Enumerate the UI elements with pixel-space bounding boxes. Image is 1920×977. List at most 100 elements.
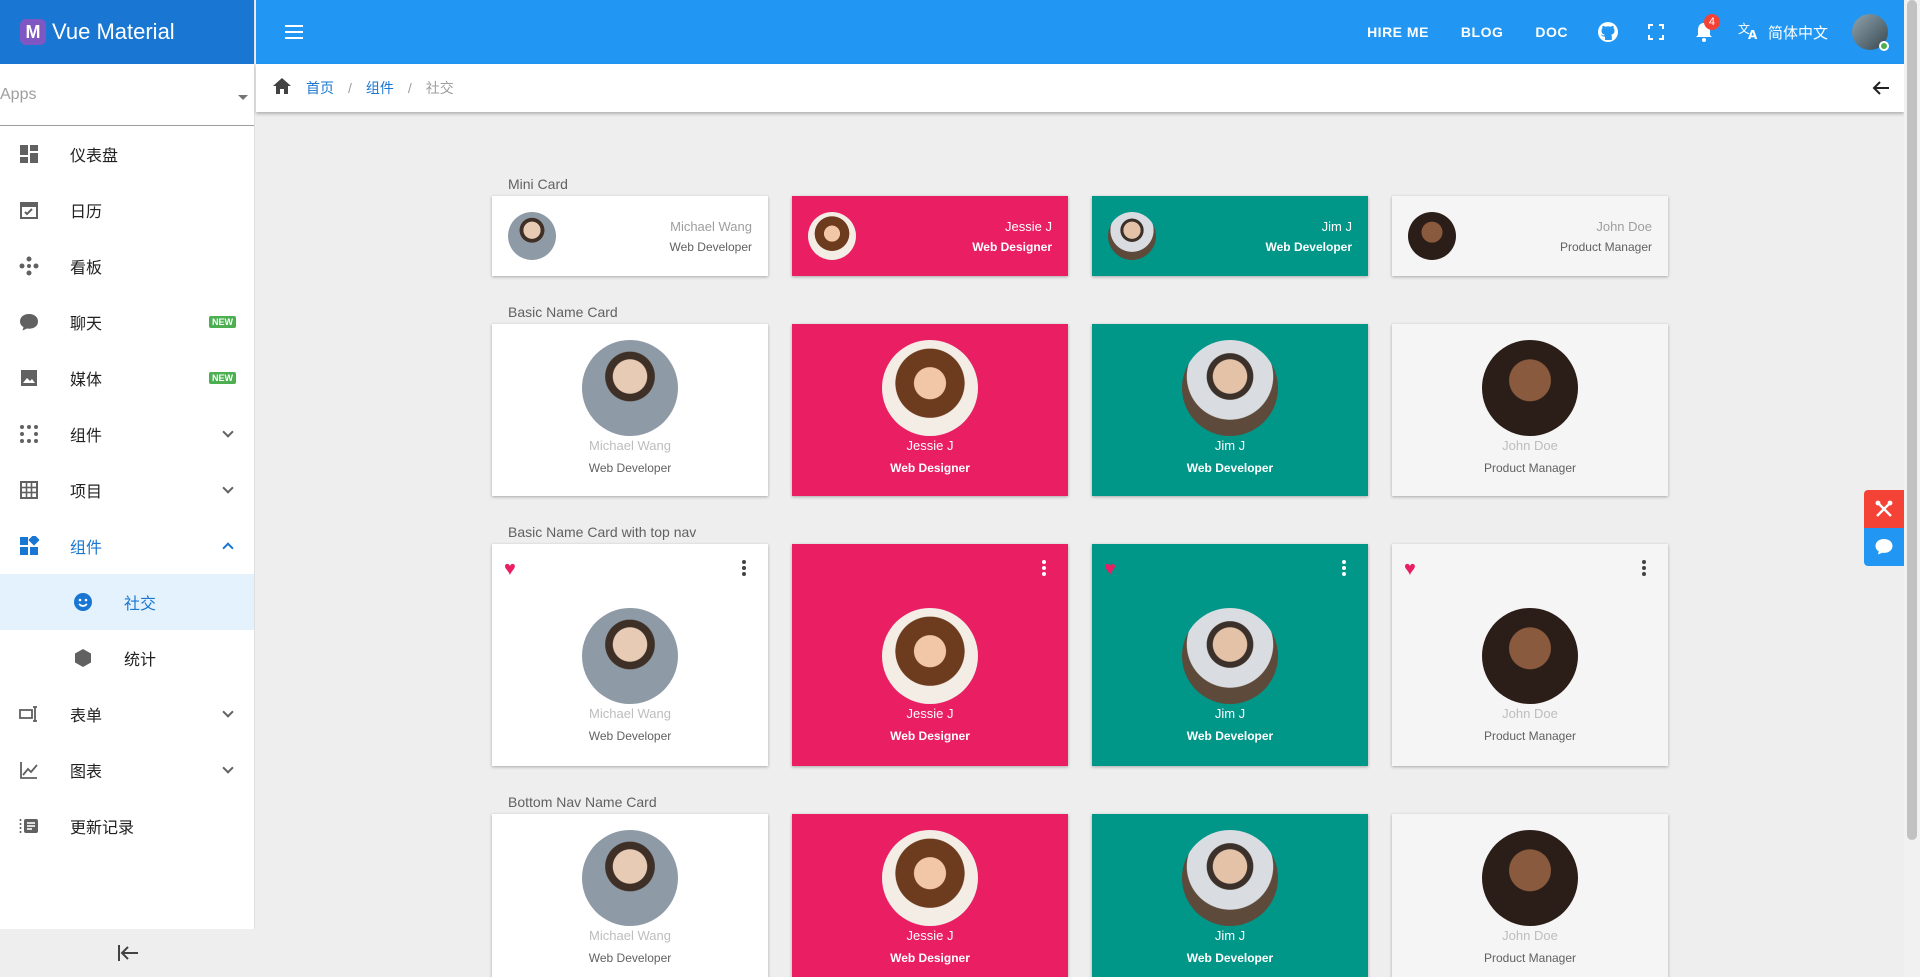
person-name: Michael Wang	[670, 218, 752, 234]
sidebar-item-stats[interactable]: 统计	[0, 630, 254, 686]
person-name: Jessie J	[1005, 218, 1052, 234]
sidebar-item-projects[interactable]: 项目	[0, 462, 254, 518]
sidebar-item-changelog[interactable]: 更新记录	[0, 798, 254, 854]
breadcrumb-home[interactable]: 首页	[306, 78, 334, 98]
basic-name-card[interactable]: Michael Wang Web Developer	[492, 324, 768, 496]
theme-settings-button[interactable]	[1864, 490, 1904, 528]
mini-card[interactable]: Jim J Web Developer	[1092, 196, 1368, 276]
more-vert-icon[interactable]	[742, 560, 746, 578]
avatar	[1182, 340, 1278, 436]
basic-name-card[interactable]: John Doe Product Manager	[1392, 324, 1668, 496]
heart-icon[interactable]: ♥	[1104, 558, 1116, 581]
online-status-dot	[1879, 41, 1889, 51]
sidebar-item-label: 组件	[70, 428, 103, 445]
avatar	[1482, 830, 1578, 926]
chevron-up-icon	[222, 542, 234, 554]
basic-name-card[interactable]: Jim J Web Developer	[1092, 324, 1368, 496]
person-name: Jessie J	[906, 706, 954, 721]
sidebar-item-dashboard[interactable]: 仪表盘	[0, 126, 254, 182]
topnav-name-card[interactable]: ♥ John Doe Product Manager	[1392, 544, 1668, 766]
menu-toggle-button[interactable]	[266, 0, 322, 64]
github-button[interactable]	[1584, 8, 1632, 56]
avatar	[1182, 608, 1278, 704]
topnav-name-card[interactable]: ♥ Jim J Web Developer	[1092, 544, 1368, 766]
apps-grid-icon	[18, 423, 40, 445]
sidebar-item-components-2[interactable]: 组件	[0, 518, 254, 574]
app-title: Vue Material	[52, 19, 175, 44]
breadcrumb: 首页 / 组件 / 社交	[256, 64, 1904, 112]
breadcrumb-separator: /	[407, 80, 412, 96]
user-avatar[interactable]	[1852, 14, 1889, 51]
sidebar: M Vue Material Apps 仪表盘 日历 看板 聊天 NEW 媒体 …	[0, 0, 255, 977]
chat-icon	[18, 311, 40, 333]
table-icon	[18, 479, 40, 501]
chevron-down-icon	[222, 706, 234, 718]
sidebar-item-calendar[interactable]: 日历	[0, 182, 254, 238]
notifications-button[interactable]: 4	[1680, 8, 1728, 56]
avatar	[1108, 212, 1156, 260]
apps-select[interactable]: Apps	[0, 64, 254, 126]
sidebar-item-charts[interactable]: 图表	[0, 742, 254, 798]
person-role: Web Designer	[972, 239, 1052, 254]
language-selector[interactable]: 文A 简体中文	[1728, 20, 1838, 45]
sidebar-item-chat[interactable]: 聊天 NEW	[0, 294, 254, 350]
person-role: Web Developer	[588, 951, 672, 965]
mini-card[interactable]: Michael Wang Web Developer	[492, 196, 768, 276]
dashboard-icon	[18, 143, 40, 165]
main-content: Mini Card Michael Wang Web Developer Jes…	[492, 112, 1668, 977]
breadcrumb-components[interactable]: 组件	[366, 78, 394, 98]
home-icon[interactable]	[272, 77, 292, 100]
person-role: Web Developer	[588, 461, 672, 475]
more-vert-icon[interactable]	[1642, 560, 1646, 578]
person-role: Web Developer	[1186, 729, 1274, 743]
bottomnav-card-row: Michael Wang Web Developer Jessie J Web …	[492, 814, 1668, 977]
mini-card[interactable]: John Doe Product Manager	[1392, 196, 1668, 276]
kanban-icon	[18, 255, 40, 277]
chart-line-icon	[18, 759, 40, 781]
more-vert-icon[interactable]	[1042, 560, 1046, 578]
basic-name-card[interactable]: Jessie J Web Designer	[792, 324, 1068, 496]
breadcrumb-current: 社交	[425, 80, 454, 96]
person-name: Jim J	[1321, 218, 1352, 234]
bottomnav-name-card[interactable]: Jim J Web Developer	[1092, 814, 1368, 977]
notification-count-badge: 4	[1703, 14, 1720, 30]
fullscreen-button[interactable]	[1632, 8, 1680, 56]
person-role: Web Developer	[1186, 461, 1274, 475]
doc-button[interactable]: DOC	[1519, 14, 1584, 50]
collapse-sidebar-button[interactable]	[0, 929, 255, 977]
fullscreen-icon	[1647, 24, 1664, 40]
more-vert-icon[interactable]	[1342, 560, 1346, 578]
person-role: Product Manager	[1483, 729, 1577, 743]
sidebar-item-kanban[interactable]: 看板	[0, 238, 254, 294]
avatar	[1482, 608, 1578, 704]
avatar	[1482, 340, 1578, 436]
chat-support-button[interactable]	[1864, 528, 1904, 566]
topnav-name-card[interactable]: Jessie J Web Designer	[792, 544, 1068, 766]
person-name: John Doe	[1502, 706, 1558, 721]
heart-icon[interactable]: ♥	[504, 558, 516, 581]
person-name: Jim J	[1214, 706, 1246, 721]
sidebar-item-label: 更新记录	[70, 820, 135, 837]
person-name: Jim J	[1214, 928, 1246, 943]
back-arrow-icon[interactable]	[1872, 76, 1890, 102]
page-scrollbar[interactable]	[1904, 0, 1920, 977]
sidebar-item-forms[interactable]: 表单	[0, 686, 254, 742]
bottomnav-name-card[interactable]: Jessie J Web Designer	[792, 814, 1068, 977]
sidebar-item-social[interactable]: 社交	[0, 574, 254, 630]
avatar	[882, 608, 978, 704]
top-app-bar: HIRE ME BLOG DOC 4 文A 简体中文	[256, 0, 1904, 64]
heart-icon[interactable]: ♥	[1404, 558, 1416, 581]
bottomnav-name-card[interactable]: John Doe Product Manager	[1392, 814, 1668, 977]
topnav-name-card[interactable]: ♥ Michael Wang Web Developer	[492, 544, 768, 766]
scrollbar-thumb[interactable]	[1907, 0, 1917, 840]
blog-button[interactable]: BLOG	[1445, 14, 1519, 50]
chevron-down-icon	[222, 762, 234, 774]
mini-card[interactable]: Jessie J Web Designer	[792, 196, 1068, 276]
avatar	[582, 830, 678, 926]
bottomnav-name-card[interactable]: Michael Wang Web Developer	[492, 814, 768, 977]
sidebar-item-components-1[interactable]: 组件	[0, 406, 254, 462]
sidebar-item-media[interactable]: 媒体 NEW	[0, 350, 254, 406]
svg-text:A: A	[1748, 28, 1758, 40]
hire-me-button[interactable]: HIRE ME	[1351, 14, 1445, 50]
brand[interactable]: M Vue Material	[0, 0, 254, 64]
